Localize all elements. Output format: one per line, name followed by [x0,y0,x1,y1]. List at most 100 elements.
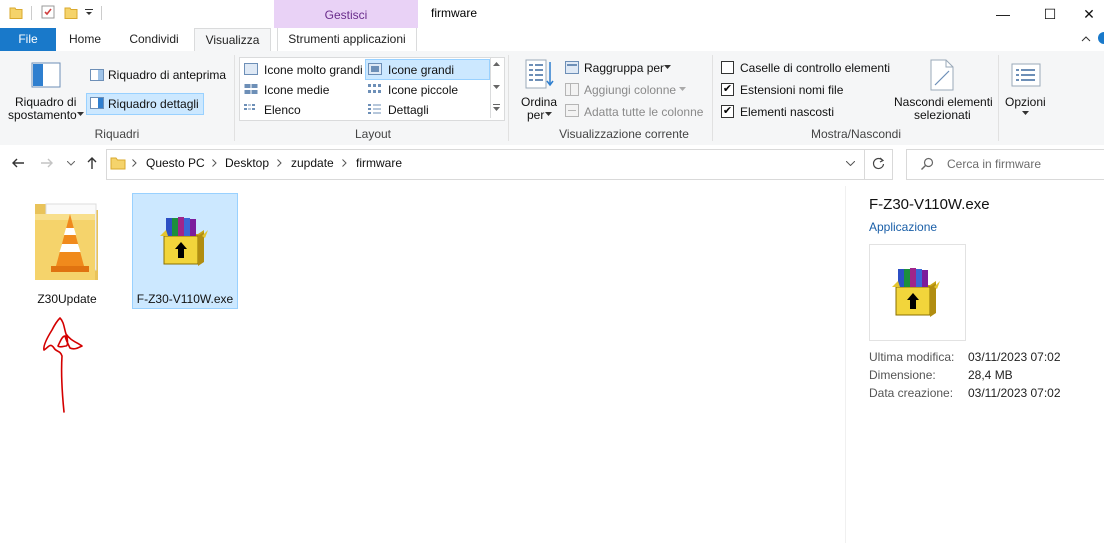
scroll-down-icon[interactable] [493,85,500,90]
vlc-folder-icon [35,203,98,280]
checkbox-item-checkboxes[interactable] [721,61,734,74]
address-history-chevron-icon[interactable] [846,161,855,166]
address-bar[interactable] [106,149,865,180]
collapse-ribbon-icon[interactable] [1081,34,1091,42]
group-label-show-hide: Mostra/Nascondi [810,127,902,141]
small-icons-icon [368,84,381,93]
tab-home[interactable]: Home [60,28,110,51]
label-item-checkboxes[interactable]: Caselle di controllo elementi [740,61,890,75]
file-list-area[interactable] [0,186,845,543]
chevron-down-icon [679,87,686,91]
red-arrow-annotation [43,317,83,413]
layout-list[interactable]: Elenco [264,103,301,117]
gallery-expand-icon[interactable] [493,104,500,112]
breadcrumb-separator-icon[interactable] [132,159,137,167]
close-button[interactable]: ✕ [1074,0,1104,28]
ribbon-separator [508,55,509,141]
details-pane [845,186,1104,543]
meta-value-size: 28,4 MB [968,368,1013,382]
chevron-down-icon [1022,111,1029,115]
tab-visualizza[interactable]: Visualizza [194,28,271,53]
ribbon-separator [998,55,999,141]
properties-icon[interactable] [41,5,55,19]
breadcrumb-item-firmware[interactable]: firmware [356,156,402,170]
meta-key-created: Data creazione: [869,386,954,400]
preview-pane-icon [90,69,104,81]
search-placeholder: Cerca in firmware [947,157,1042,171]
meta-value-modified: 03/11/2023 07:02 [968,350,1061,364]
hide-selected-icon [930,59,954,91]
customize-qa-icon[interactable] [84,5,94,19]
tab-condividi[interactable]: Condividi [118,28,190,51]
navigation-pane-label-line1[interactable]: Riquadro di [15,95,76,109]
list-icon [244,104,255,110]
hide-selected-label-line2[interactable]: selezionati [914,108,971,122]
scroll-up-icon[interactable] [493,62,500,67]
group-by-button[interactable]: Raggruppa per [584,61,664,75]
breadcrumb-separator-icon[interactable] [212,159,217,167]
qa-divider [31,6,32,20]
label-hidden-items[interactable]: Elementi nascosti [740,105,834,119]
recent-locations-chevron-icon[interactable] [67,161,75,166]
breadcrumb-item-questo-pc[interactable]: Questo PC [146,156,205,170]
group-label-layout: Layout [354,127,392,141]
tab-file[interactable]: File [0,28,56,51]
details-file-name: F-Z30-V110W.exe [869,196,990,213]
navigation-pane-label-line2[interactable]: spostamento [8,108,77,122]
new-folder-icon[interactable] [64,5,78,19]
forward-arrow-icon[interactable] [40,157,54,169]
ribbon-separator [234,55,235,141]
sort-by-label-line1[interactable]: Ordina [521,95,557,109]
preview-pane-button[interactable]: Riquadro di anteprima [108,68,226,82]
navigation-pane-icon [31,62,61,88]
layout-extra-large-icons[interactable]: Icone molto grandi [264,63,363,77]
checkbox-file-extensions[interactable]: ✔ [721,83,734,96]
details-pane-icon [90,97,104,109]
extra-large-icons-icon [244,63,258,75]
checkbox-hidden-items[interactable]: ✔ [721,105,734,118]
options-icon [1011,63,1041,87]
details-file-type: Applicazione [869,220,938,234]
add-columns-icon [565,83,579,96]
minimize-button[interactable]: — [980,0,1026,28]
meta-key-size: Dimensione: [869,368,936,382]
group-label-current-view: Visualizzazione corrente [559,127,689,141]
context-tab-label: Gestisci [324,8,368,22]
group-label-riquadri: Riquadri [94,127,140,141]
refresh-icon [872,157,885,170]
file-name-f-z30-v110w-exe: F-Z30-V110W.exe [136,292,234,306]
layout-details[interactable]: Dettagli [388,103,429,117]
minimize-icon: — [996,6,1010,22]
options-button[interactable]: Opzioni [1005,95,1046,109]
help-icon[interactable] [1096,31,1104,45]
winrar-exe-icon [160,217,208,266]
details-view-icon [368,104,381,114]
folder-icon [110,157,126,170]
close-icon: ✕ [1083,5,1095,22]
large-icons-icon [368,63,382,75]
fit-columns-button: Adatta tutte le colonne [584,105,704,119]
winrar-exe-icon [892,268,940,317]
tab-strumenti-applicazioni[interactable]: Strumenti applicazioni [277,28,417,51]
breadcrumb-separator-icon[interactable] [342,159,347,167]
chevron-down-icon [77,112,84,116]
maximize-button[interactable]: ☐ [1027,0,1073,28]
layout-small-icons[interactable]: Icone piccole [388,83,458,97]
sort-by-label-line2[interactable]: per [527,108,544,122]
chevron-down-icon [545,112,552,116]
meta-key-modified: Ultima modifica: [869,350,955,364]
file-name-z30update: Z30Update [37,292,97,306]
label-file-extensions[interactable]: Estensioni nomi file [740,83,843,97]
up-arrow-icon[interactable] [86,156,98,170]
back-arrow-icon[interactable] [11,157,25,169]
layout-medium-icons[interactable]: Icone medie [264,83,329,97]
hide-selected-label-line1[interactable]: Nascondi elementi [894,95,993,109]
breadcrumb-item-zupdate[interactable]: zupdate [291,156,334,170]
folder-icon[interactable] [9,5,23,19]
breadcrumb-separator-icon[interactable] [277,159,282,167]
breadcrumb-item-desktop[interactable]: Desktop [225,156,269,170]
search-icon [921,157,934,170]
chevron-down-icon [664,65,671,69]
sort-by-icon [525,59,554,89]
window-title: firmware [431,6,478,20]
